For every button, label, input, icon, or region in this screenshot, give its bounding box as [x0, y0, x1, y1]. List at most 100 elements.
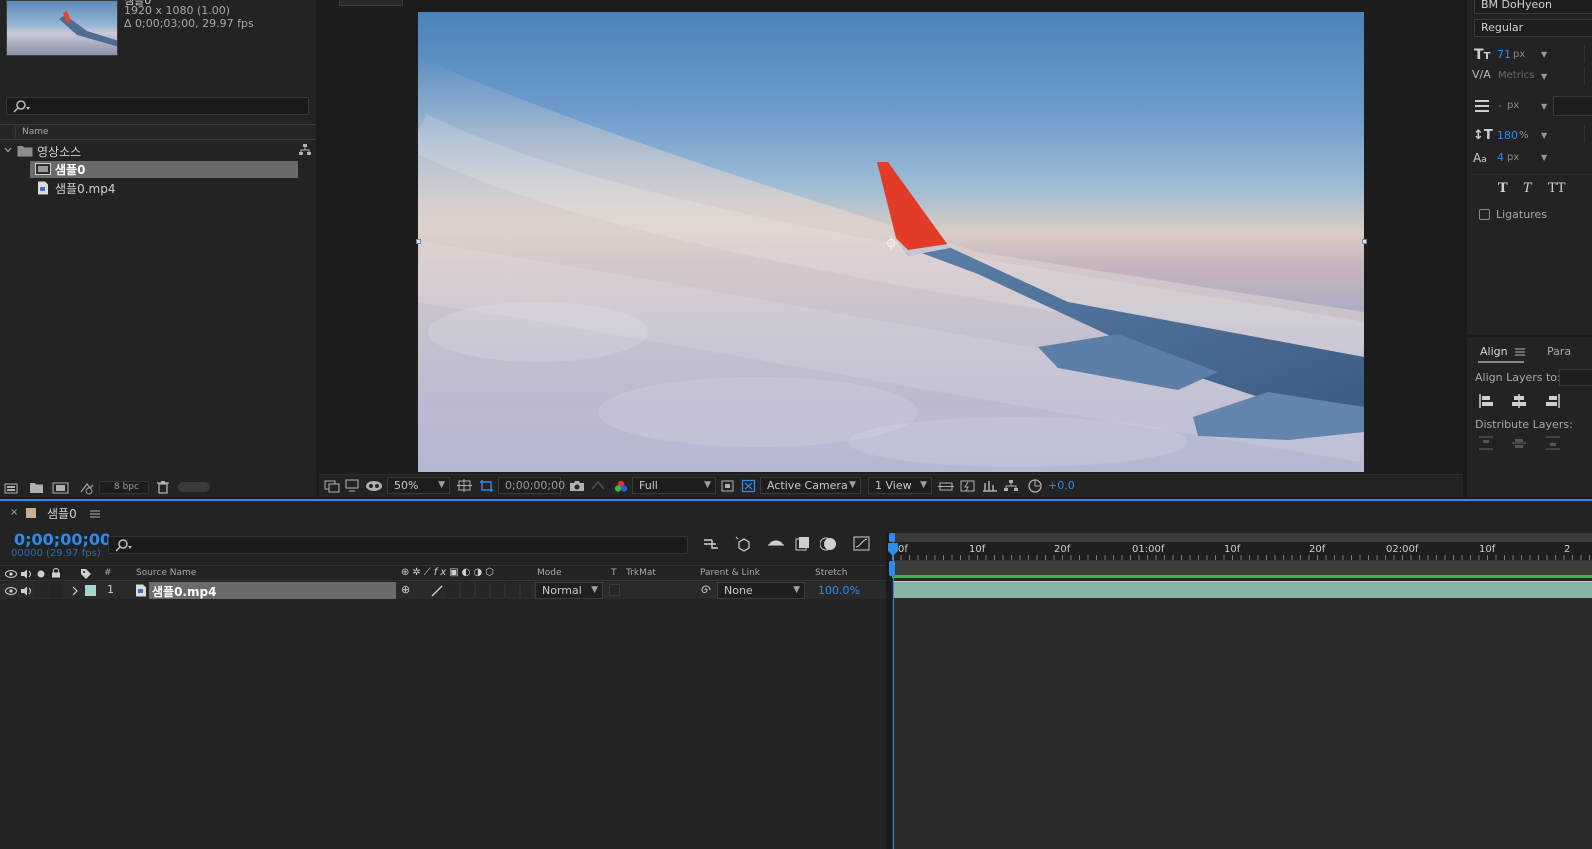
- stroke-type-dropdown[interactable]: [1553, 96, 1592, 116]
- chevron-down-icon[interactable]: ▼: [1541, 131, 1547, 140]
- layer-row[interactable]: 1 샘플0.mp4 ⊕ Normal ▼ None ▼ 100.0%: [0, 582, 886, 599]
- transparency-toggle-icon[interactable]: [741, 479, 757, 493]
- viewer-tab[interactable]: [339, 0, 403, 6]
- name-column-header[interactable]: Name: [22, 127, 49, 137]
- toggle-pixel-aspect-icon[interactable]: [938, 479, 954, 493]
- faux-italic-button[interactable]: T: [1523, 181, 1532, 196]
- preserve-transparency-cell[interactable]: [609, 584, 620, 596]
- distribute-bottom-icon[interactable]: [1545, 435, 1561, 451]
- ligatures-checkbox[interactable]: [1479, 209, 1490, 220]
- stroke-width-value[interactable]: -: [1498, 99, 1502, 112]
- layer-duration-bar[interactable]: [894, 581, 1592, 598]
- stretch-value[interactable]: 100.0%: [818, 584, 860, 597]
- align-to-dropdown[interactable]: [1559, 369, 1592, 386]
- solo-icon[interactable]: [36, 569, 46, 579]
- chevron-down-icon[interactable]: ▼: [1541, 72, 1547, 81]
- new-folder-icon[interactable]: [29, 481, 45, 495]
- timeline-current-time[interactable]: 0;00;00;00: [14, 530, 111, 549]
- magnification-dropdown[interactable]: 50% ▼: [387, 477, 450, 494]
- expand-chevron-icon[interactable]: [4, 146, 12, 154]
- shy-layers-icon[interactable]: [767, 536, 785, 552]
- layer-audio-icon[interactable]: [20, 586, 32, 596]
- layer-handle-left[interactable]: [416, 239, 421, 244]
- distribute-vertical-center-icon[interactable]: [1511, 435, 1527, 451]
- time-ruler[interactable]: 0f 10f 20f 01:00f 10f 20f 02:00f 10f 2: [892, 542, 1592, 561]
- layer-name-cell[interactable]: 샘플0.mp4: [149, 582, 396, 599]
- distribute-top-icon[interactable]: [1478, 435, 1494, 451]
- column-mode-header[interactable]: Mode: [537, 568, 562, 578]
- timeline-icon[interactable]: [982, 479, 998, 493]
- chevron-down-icon[interactable]: ▼: [1541, 153, 1547, 162]
- frame-blending-icon[interactable]: [794, 536, 812, 552]
- chevron-down-icon[interactable]: ▼: [1541, 102, 1547, 111]
- column-source-header[interactable]: Source Name: [136, 568, 196, 578]
- composition-mini-flowchart-icon[interactable]: [702, 536, 720, 552]
- label-column-icon[interactable]: [6, 127, 16, 137]
- navigator-bar[interactable]: [892, 533, 1592, 542]
- column-stretch-header[interactable]: Stretch: [815, 568, 847, 578]
- expand-layer-chevron-icon[interactable]: [71, 586, 79, 596]
- playhead-navigator-marker[interactable]: [889, 533, 895, 542]
- region-of-interest-icon[interactable]: [720, 479, 736, 493]
- reset-exposure-icon[interactable]: [1027, 479, 1043, 493]
- snapshot-camera-icon[interactable]: [569, 479, 585, 493]
- timeline-tab-label[interactable]: 샘플0: [47, 505, 77, 522]
- column-parent-header[interactable]: Parent & Link: [700, 568, 760, 578]
- fit-region-icon[interactable]: [457, 479, 473, 493]
- eye-icon[interactable]: [5, 569, 17, 579]
- new-composition-icon[interactable]: [52, 481, 70, 495]
- current-time-field[interactable]: 0;00;00;00: [498, 477, 565, 494]
- timeline-graph-area[interactable]: 0f 10f 20f 01:00f 10f 20f 02:00f 10f 2: [888, 533, 1592, 849]
- draft-3d-icon[interactable]: [734, 536, 752, 552]
- align-left-icon[interactable]: [1478, 393, 1494, 409]
- always-preview-icon[interactable]: [324, 479, 340, 493]
- switch-cells[interactable]: [446, 583, 531, 598]
- folder-row[interactable]: 영상소스: [0, 142, 316, 159]
- layer-solo-cell[interactable]: [34, 583, 48, 598]
- exposure-value[interactable]: +0.0: [1048, 479, 1075, 492]
- align-horizontal-center-icon[interactable]: [1511, 393, 1527, 409]
- panel-menu-icon[interactable]: [90, 510, 100, 518]
- playhead-work-area-marker[interactable]: [889, 561, 895, 576]
- parent-dropdown[interactable]: None ▼: [717, 582, 805, 599]
- paragraph-tab[interactable]: Para: [1547, 345, 1571, 358]
- layer-label-color[interactable]: [85, 585, 96, 596]
- transparency-grid-icon[interactable]: [479, 479, 495, 493]
- interpret-footage-icon[interactable]: [4, 481, 22, 495]
- kerning-value[interactable]: Metrics: [1498, 70, 1534, 81]
- font-size-value[interactable]: 71: [1497, 48, 1511, 61]
- align-tab[interactable]: Align: [1480, 345, 1508, 358]
- project-settings-icon[interactable]: [79, 481, 95, 495]
- camera-view-dropdown[interactable]: Active Camera ▼: [760, 477, 861, 494]
- anchor-point-icon[interactable]: [884, 236, 898, 250]
- blend-mode-dropdown[interactable]: Normal ▼: [535, 582, 603, 599]
- fast-previews-icon[interactable]: [960, 479, 976, 493]
- font-style-dropdown[interactable]: Regular: [1474, 19, 1592, 37]
- collapse-switch-icon[interactable]: ⊕: [401, 583, 410, 596]
- quality-switch-icon[interactable]: [431, 585, 443, 597]
- project-scrollbar[interactable]: [178, 482, 210, 492]
- pick-whip-icon[interactable]: [700, 584, 712, 596]
- mask-visibility-icon[interactable]: [365, 479, 383, 493]
- faux-bold-button[interactable]: T: [1498, 181, 1508, 196]
- panel-menu-icon[interactable]: [1515, 348, 1525, 356]
- vertical-scale-value[interactable]: 180: [1497, 129, 1518, 142]
- font-family-dropdown[interactable]: BM DoHyeon: [1474, 0, 1592, 14]
- monitor-icon[interactable]: [345, 479, 361, 493]
- column-trkmat-header[interactable]: TrkMat: [626, 568, 656, 578]
- speaker-icon[interactable]: [20, 569, 32, 579]
- lock-icon[interactable]: [51, 568, 61, 578]
- project-item-footage[interactable]: 샘플0.mp4: [30, 180, 298, 197]
- close-tab-icon[interactable]: ×: [10, 507, 18, 518]
- view-layout-dropdown[interactable]: 1 View ▼: [868, 477, 932, 494]
- search-input[interactable]: [6, 97, 309, 115]
- project-item-composition[interactable]: 샘플0: [30, 161, 298, 178]
- align-right-icon[interactable]: [1545, 393, 1561, 409]
- label-tag-icon[interactable]: [80, 568, 92, 580]
- layer-visibility-eye-icon[interactable]: [5, 586, 17, 596]
- layer-lock-cell[interactable]: [49, 583, 63, 598]
- trash-icon[interactable]: [156, 480, 170, 494]
- layer-handle-right[interactable]: [1362, 239, 1367, 244]
- graph-editor-icon[interactable]: [853, 536, 871, 552]
- motion-blur-icon[interactable]: [820, 536, 838, 552]
